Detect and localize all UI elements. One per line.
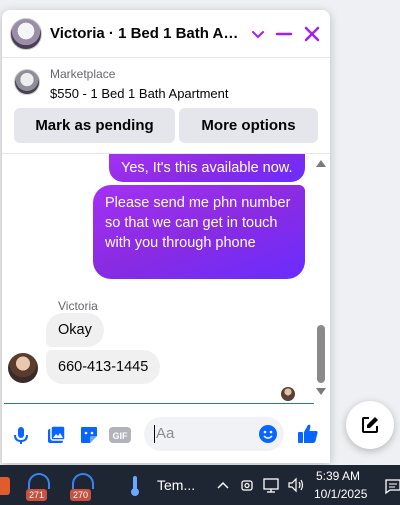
outgoing-message: Please send me phn number so that we can… xyxy=(93,185,305,279)
message-composer: GIF Aa xyxy=(2,414,330,454)
chat-header: Victoria · 1 Bed 1 Bath Apa... xyxy=(2,10,330,58)
like-icon[interactable] xyxy=(296,422,320,446)
scrollbar-thumb[interactable] xyxy=(317,325,325,383)
scroll-up-arrow[interactable] xyxy=(316,160,326,167)
notification-badge: 271 xyxy=(26,489,48,501)
notifications-icon[interactable] xyxy=(384,477,400,495)
app-icon xyxy=(0,477,10,495)
gif-icon[interactable]: GIF xyxy=(108,424,132,446)
listing-source-label: Marketplace xyxy=(50,67,116,81)
message-input-placeholder: Aa xyxy=(156,425,175,442)
marketplace-listing[interactable]: Marketplace $550 - 1 Bed 1 Bath Apartmen… xyxy=(2,59,330,109)
windows-taskbar: 271 270 Tem... 5:39 AM 10/1/2025 xyxy=(0,465,400,505)
sticker-icon[interactable] xyxy=(78,424,100,446)
chevron-down-icon[interactable] xyxy=(248,24,268,44)
incoming-message: 660-413-1445 xyxy=(46,350,161,384)
new-message-button[interactable] xyxy=(346,401,394,449)
microphone-icon[interactable] xyxy=(10,424,32,446)
taskbar-app-badged[interactable]: 271 xyxy=(24,471,54,501)
app-icon xyxy=(72,473,94,489)
listing-title: $550 - 1 Bed 1 Bath Apartment xyxy=(50,86,229,101)
minimize-icon[interactable] xyxy=(274,24,294,44)
message-thread: Yes, It's this available now. Please sen… xyxy=(2,154,330,402)
sender-name: Victoria xyxy=(58,299,98,313)
chat-title[interactable]: Victoria · 1 Bed 1 Bath Apa... xyxy=(50,25,240,45)
network-icon[interactable] xyxy=(262,475,282,495)
svg-text:GIF: GIF xyxy=(113,431,129,441)
clock-time[interactable]: 5:39 AM xyxy=(316,469,360,483)
outgoing-message: Yes, It's this available now. xyxy=(109,154,305,182)
incoming-message: Okay xyxy=(46,313,104,347)
thread-focus-line xyxy=(4,403,314,404)
emoji-icon[interactable] xyxy=(258,424,278,444)
message-input[interactable]: Aa xyxy=(144,417,284,451)
app-icon xyxy=(28,473,50,489)
weather-label[interactable]: Tem... xyxy=(157,477,195,493)
close-icon[interactable] xyxy=(302,24,322,44)
chevron-up-icon[interactable] xyxy=(216,475,230,495)
contact-avatar[interactable] xyxy=(10,18,42,50)
mark-as-pending-button[interactable]: Mark as pending xyxy=(14,108,175,143)
taskbar-app[interactable] xyxy=(0,471,16,501)
notification-badge: 270 xyxy=(70,489,92,501)
new-message-icon xyxy=(362,417,378,433)
camera-tray-icon[interactable] xyxy=(240,475,256,495)
volume-icon[interactable] xyxy=(286,475,306,495)
contact-avatar[interactable] xyxy=(8,353,38,383)
scrollbar[interactable] xyxy=(314,160,326,398)
taskbar-weather-icon[interactable] xyxy=(128,474,142,498)
photo-icon[interactable] xyxy=(45,424,67,446)
text-caret xyxy=(154,425,155,443)
listing-thumbnail xyxy=(14,69,40,95)
clock-date[interactable]: 10/1/2025 xyxy=(314,487,367,501)
scroll-down-arrow[interactable] xyxy=(316,388,326,395)
more-options-button[interactable]: More options xyxy=(179,108,318,143)
read-receipt-avatar xyxy=(281,387,295,401)
taskbar-app-badged[interactable]: 270 xyxy=(68,471,98,501)
messenger-chat-window: Victoria · 1 Bed 1 Bath Apa... Marketpla… xyxy=(2,10,330,463)
